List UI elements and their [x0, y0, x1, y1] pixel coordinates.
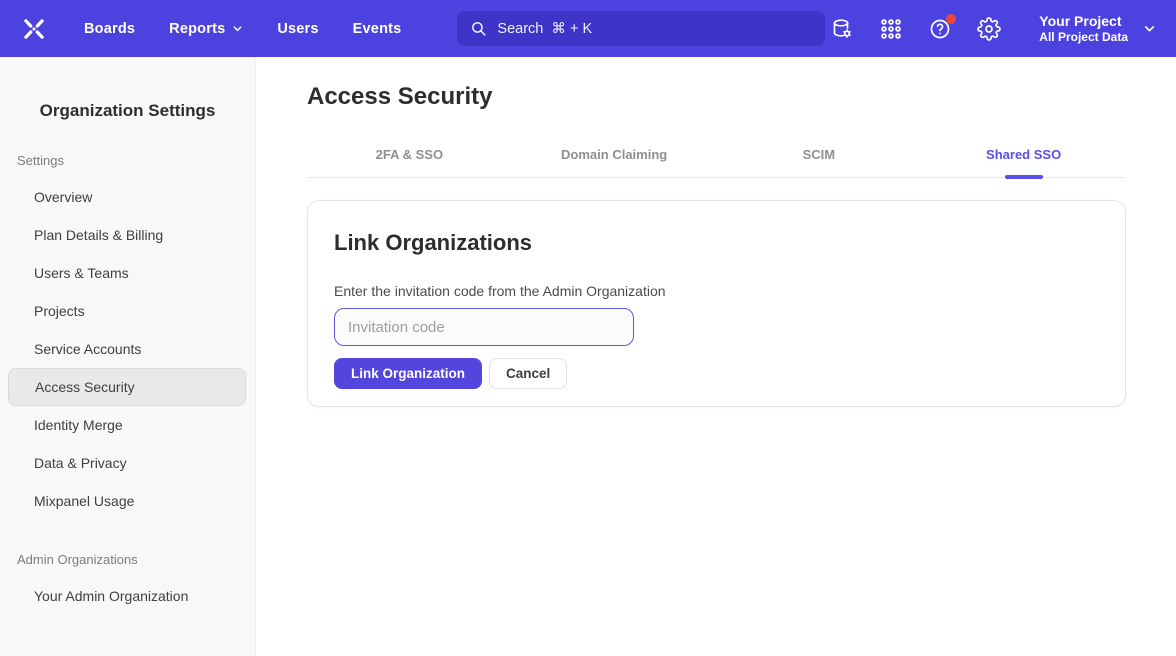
sidebar-item-projects[interactable]: Projects: [0, 292, 255, 330]
nav-label: Users: [277, 21, 318, 37]
nav-item-reports[interactable]: Reports: [169, 21, 243, 37]
chevron-down-icon: [232, 23, 243, 34]
invitation-code-label: Enter the invitation code from the Admin…: [334, 283, 1099, 299]
apps-grid-icon[interactable]: [878, 16, 904, 42]
project-name: Your Project: [1039, 12, 1128, 30]
tab-bar: 2FA & SSO Domain Claiming SCIM Shared SS…: [307, 147, 1126, 178]
search-icon: [470, 20, 487, 37]
sidebar-section-admin-organizations: Admin Organizations: [0, 552, 255, 567]
nav-item-events[interactable]: Events: [353, 21, 402, 37]
data-management-icon[interactable]: [829, 16, 855, 42]
link-organizations-card: Link Organizations Enter the invitation …: [307, 200, 1126, 407]
nav-label: Events: [353, 21, 402, 37]
primary-nav: Boards Reports Users Events: [84, 21, 401, 37]
card-title: Link Organizations: [334, 230, 1099, 256]
active-tab-underline: [1005, 175, 1043, 179]
project-data-scope: All Project Data: [1039, 30, 1128, 46]
sidebar-item-service-accounts[interactable]: Service Accounts: [0, 330, 255, 368]
settings-sidebar: Organization Settings Settings Overview …: [0, 57, 256, 656]
cancel-button[interactable]: Cancel: [489, 358, 567, 389]
notification-dot: [946, 14, 956, 24]
top-navigation-bar: Boards Reports Users Events: [0, 0, 1176, 57]
sidebar-section-settings: Settings: [0, 153, 255, 168]
help-icon[interactable]: [927, 16, 953, 42]
tab-label: 2FA & SSO: [376, 147, 443, 162]
tab-label: SCIM: [803, 147, 836, 162]
tab-2fa-sso[interactable]: 2FA & SSO: [307, 147, 512, 177]
project-selector[interactable]: Your Project All Project Data: [1029, 12, 1156, 46]
mixpanel-logo-icon[interactable]: [20, 15, 48, 43]
sidebar-item-identity-merge[interactable]: Identity Merge: [0, 406, 255, 444]
nav-label: Reports: [169, 21, 225, 37]
sidebar-item-your-admin-organization[interactable]: Your Admin Organization: [0, 577, 255, 615]
sidebar-title: Organization Settings: [0, 57, 255, 121]
chevron-down-icon: [1143, 22, 1156, 35]
sidebar-item-users-teams[interactable]: Users & Teams: [0, 254, 255, 292]
sidebar-item-plan-details-billing[interactable]: Plan Details & Billing: [0, 216, 255, 254]
sidebar-item-mixpanel-usage[interactable]: Mixpanel Usage: [0, 482, 255, 520]
nav-item-users[interactable]: Users: [277, 21, 318, 37]
main-content: Access Security 2FA & SSO Domain Claimin…: [256, 57, 1176, 656]
tab-scim[interactable]: SCIM: [717, 147, 922, 177]
sidebar-item-access-security[interactable]: Access Security: [8, 368, 246, 406]
link-organization-button[interactable]: Link Organization: [334, 358, 482, 389]
tab-shared-sso[interactable]: Shared SSO: [921, 147, 1126, 177]
sidebar-item-overview[interactable]: Overview: [0, 178, 255, 216]
nav-label: Boards: [84, 21, 135, 37]
search-input[interactable]: [497, 21, 812, 37]
nav-item-boards[interactable]: Boards: [84, 21, 135, 37]
invitation-code-input[interactable]: [334, 308, 634, 346]
sidebar-item-data-privacy[interactable]: Data & Privacy: [0, 444, 255, 482]
settings-icon[interactable]: [976, 16, 1002, 42]
page-title: Access Security: [307, 83, 1126, 111]
global-search[interactable]: [457, 11, 825, 46]
tab-label: Shared SSO: [986, 147, 1061, 162]
tab-label: Domain Claiming: [561, 147, 667, 162]
tab-domain-claiming[interactable]: Domain Claiming: [512, 147, 717, 177]
